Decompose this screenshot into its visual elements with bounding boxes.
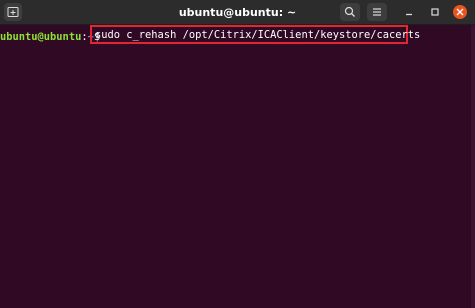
maximize-button[interactable] xyxy=(428,5,442,19)
search-button[interactable] xyxy=(340,3,360,21)
terminal-area[interactable]: ubuntu@ubuntu:~$ xyxy=(0,25,475,308)
terminal-window: ubuntu@ubuntu: ~ ubuntu@ubuntu:~$ sudo c… xyxy=(0,0,475,308)
minimize-button[interactable] xyxy=(402,5,416,19)
menu-button[interactable] xyxy=(367,3,387,21)
title-bar: ubuntu@ubuntu: ~ xyxy=(0,0,475,25)
close-icon xyxy=(456,8,464,16)
maximize-icon xyxy=(431,8,439,16)
minimize-icon xyxy=(406,13,412,16)
close-button[interactable] xyxy=(453,5,467,19)
prompt-line: ubuntu@ubuntu:~$ xyxy=(0,28,100,46)
hamburger-menu-icon xyxy=(373,8,381,16)
command-text: sudo c_rehash /opt/Citrix/ICAClient/keys… xyxy=(95,29,421,41)
prompt-user-host: ubuntu@ubuntu xyxy=(0,31,82,43)
search-icon xyxy=(344,6,355,17)
scrollbar[interactable] xyxy=(471,25,475,308)
